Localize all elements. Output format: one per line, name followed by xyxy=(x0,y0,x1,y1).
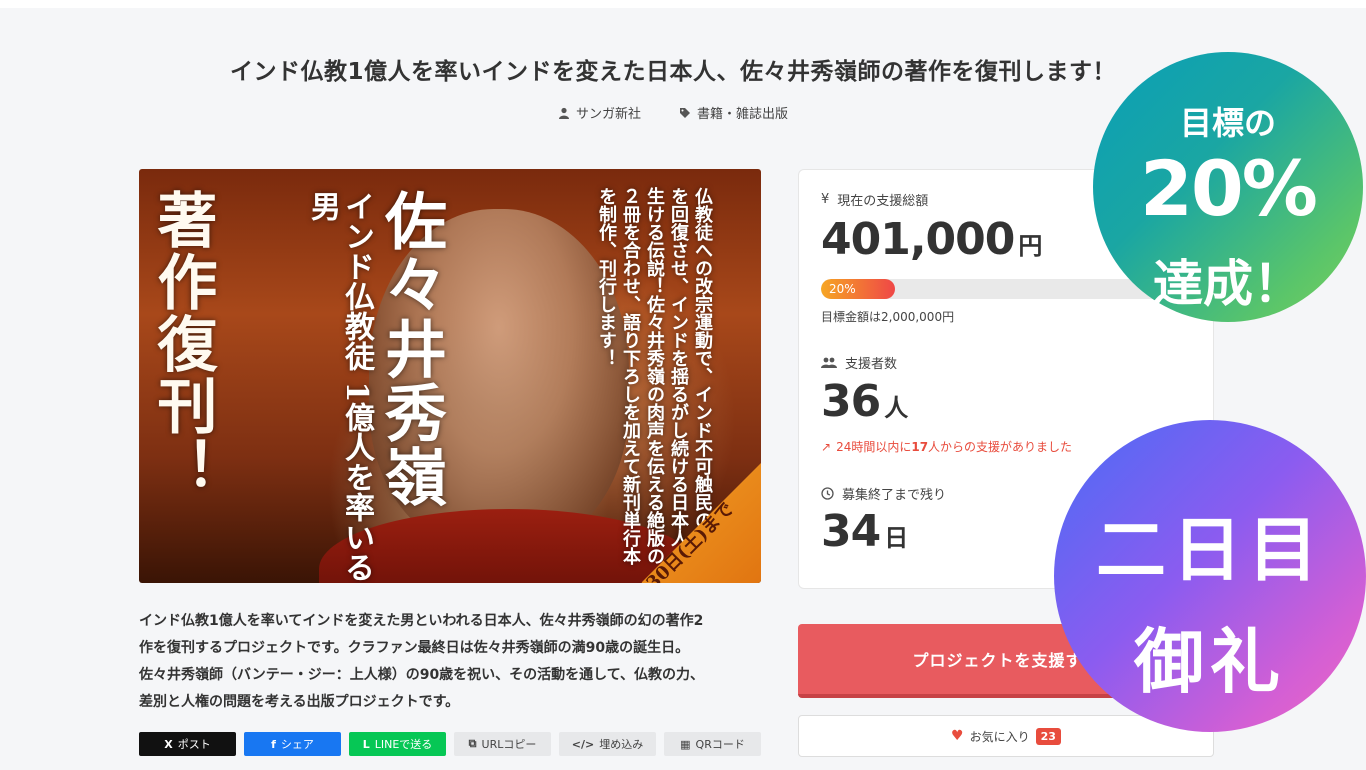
owner-link[interactable]: サンガ新社 xyxy=(558,103,641,122)
share-facebook-button[interactable]: f シェア xyxy=(244,732,341,756)
hero-subheadline: インド仏教徒 1億人を率いる男 xyxy=(305,191,374,583)
hero-name: 佐々井秀嶺 xyxy=(374,189,447,509)
copy-url-button[interactable]: ⧉ URLコピー xyxy=(454,732,551,756)
trend-notice: ↗ 24時間以内に17人からの支援がありました xyxy=(821,438,1072,455)
share-label: 埋め込み xyxy=(599,738,644,751)
clock-icon xyxy=(821,487,834,500)
trend-prefix: 24時間以内に xyxy=(836,440,912,454)
embed-button[interactable]: </> 埋め込み xyxy=(559,732,656,756)
category-link[interactable]: 書籍・雑誌出版 xyxy=(679,103,788,122)
remaining-label-row: 募集終了まで残り xyxy=(821,484,946,503)
heart-icon: ♥ xyxy=(951,728,964,744)
share-label: LINEで送る xyxy=(374,738,433,751)
funds-unit: 円 xyxy=(1018,232,1043,260)
trend-suffix: 人からの支援がありました xyxy=(928,440,1073,454)
copy-icon: ⧉ xyxy=(468,737,477,750)
remaining-value: 34 xyxy=(821,506,881,557)
achievement-line1: 目標の xyxy=(1179,104,1276,142)
tag-icon xyxy=(680,107,690,118)
remaining-unit: 日 xyxy=(884,524,909,552)
code-icon: </> xyxy=(571,737,595,751)
owner-name: サンガ新社 xyxy=(575,107,641,122)
share-label: シェア xyxy=(280,738,314,751)
share-line-button[interactable]: L LINEで送る xyxy=(349,732,446,756)
yen-icon: ¥ xyxy=(821,192,830,207)
goal-amount: 目標金額は2,000,000円 xyxy=(821,310,955,324)
qr-icon: ▦ xyxy=(680,737,691,751)
backers-label: 支援者数 xyxy=(845,357,898,372)
funds-label: 現在の支援総額 xyxy=(837,194,929,209)
description-line: 差別と人権の問題を考える出版プロジェクトです。 xyxy=(139,694,460,710)
remaining-days: 34 日 xyxy=(821,506,908,557)
remaining-label: 募集終了まで残り xyxy=(842,488,947,503)
thanks-line2: 御礼 xyxy=(1134,621,1286,703)
project-description: インド仏教1億人を率いてインドを変えた男といわれる日本人、佐々井秀嶺師の幻の著作… xyxy=(139,608,764,716)
progress-label: 20% xyxy=(829,282,856,296)
thanks-badge: 二日目 御礼 xyxy=(1054,420,1366,732)
backers-label-row: 支援者数 xyxy=(821,353,897,372)
qr-code-button[interactable]: ▦ QRコード xyxy=(664,732,761,756)
achievement-line3: 達成！ xyxy=(1153,255,1303,313)
backers-value: 36 xyxy=(821,376,881,427)
description-line: 佐々井秀嶺師（バンテー・ジー：上人様）の90歳を祝い、その活動を通して、仏教の力… xyxy=(139,667,705,683)
share-label: QRコード xyxy=(695,738,745,751)
funds-amount: 401,000 円 xyxy=(821,214,1042,265)
line-icon: L xyxy=(362,737,370,751)
description-line: インド仏教1億人を率いてインドを変えた男といわれる日本人、佐々井秀嶺師の幻の著作… xyxy=(139,613,704,629)
users-icon xyxy=(821,357,837,368)
progress-fill: 20% xyxy=(821,279,895,299)
funds-label-row: ¥ 現在の支援総額 xyxy=(821,190,928,209)
achievement-badge: 目標の 20% 達成！ xyxy=(1093,52,1363,322)
favorite-count: 23 xyxy=(1035,727,1061,745)
category-name: 書籍・雑誌出版 xyxy=(697,107,789,122)
hero-copy: 仏教徒への改宗運動で、インド不可触民の人権を回復させ、インドを揺るがし続ける日本… xyxy=(596,187,713,565)
trend-text: 24時間以内に17人からの支援がありました xyxy=(836,438,1072,455)
share-x-button[interactable]: X ポスト xyxy=(139,732,236,756)
favorite-button[interactable]: ♥ お気に入り 23 xyxy=(798,715,1214,757)
backers-count: 36 人 xyxy=(821,376,908,427)
funds-value: 401,000 xyxy=(821,214,1015,265)
hero-headline: 著作復刊！ xyxy=(147,189,217,499)
achievement-percent: 20% xyxy=(1140,144,1318,233)
backers-unit: 人 xyxy=(884,394,909,422)
trend-up-icon: ↗ xyxy=(821,439,832,454)
thanks-line1: 二日目 xyxy=(1096,509,1324,591)
description-line: 作を復刊するプロジェクトです。クラファン最終日は佐々井秀嶺師の満90歳の誕生日。 xyxy=(139,640,690,656)
hero-image: 著作復刊！ インド仏教徒 1億人を率いる男 佐々井秀嶺 仏教徒への改宗運動で、イ… xyxy=(139,169,761,583)
x-logo-icon: X xyxy=(164,737,173,751)
user-icon xyxy=(558,107,569,119)
trend-count: 17 xyxy=(911,440,929,454)
share-bar: X ポスト f シェア L LINEで送る ⧉ URLコピー </> 埋め込み … xyxy=(139,732,761,756)
facebook-icon: f xyxy=(271,737,276,751)
share-label: ポスト xyxy=(177,738,211,751)
favorite-label: お気に入り xyxy=(969,729,1030,744)
share-label: URLコピー xyxy=(481,738,537,751)
